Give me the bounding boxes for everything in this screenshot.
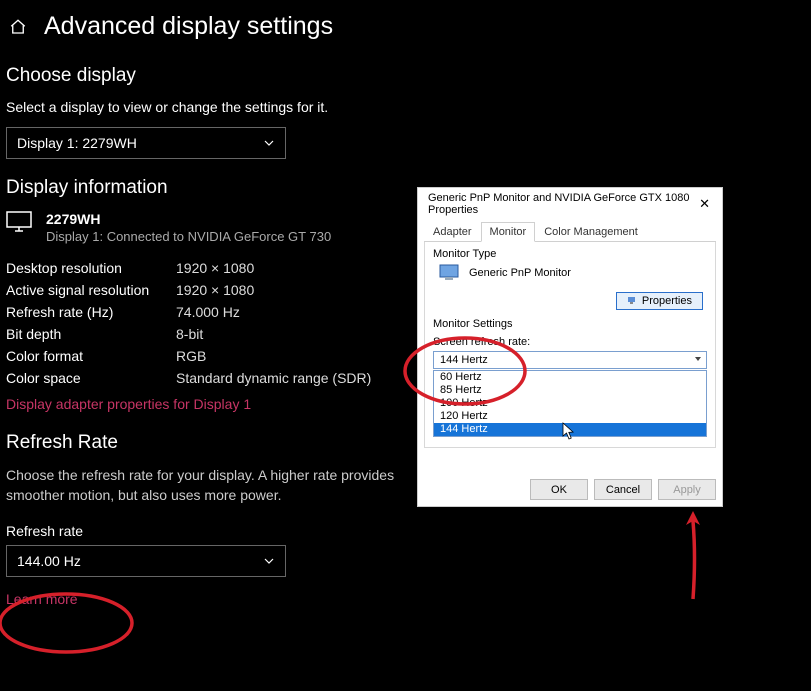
choose-display-heading: Choose display [6, 65, 805, 87]
kv-key: Refresh rate (Hz) [6, 304, 176, 320]
list-item[interactable]: 85 Hertz [434, 384, 706, 397]
kv-key: Active signal resolution [6, 282, 176, 298]
monitor-icon [6, 211, 32, 244]
chevron-down-icon [263, 555, 275, 567]
properties-button[interactable]: Properties [616, 292, 703, 310]
screen-refresh-label: Screen refresh rate: [433, 336, 707, 348]
display-select-dropdown[interactable]: Display 1: 2279WH [6, 127, 286, 159]
refresh-combo[interactable]: 144 Hertz [433, 351, 707, 369]
monitor-type-label: Monitor Type [433, 248, 707, 260]
refresh-rate-dropdown[interactable]: 144.00 Hz [6, 545, 286, 577]
list-item[interactable]: 100 Hertz [434, 397, 706, 410]
display-select-value: Display 1: 2279WH [17, 135, 137, 151]
chevron-down-icon [263, 137, 275, 149]
list-item[interactable]: 60 Hertz [434, 371, 706, 384]
learn-more-link[interactable]: Learn more [6, 591, 78, 607]
tab-color-management[interactable]: Color Management [535, 222, 647, 241]
monitor-settings-label: Monitor Settings [433, 318, 707, 330]
close-icon[interactable]: ✕ [695, 196, 714, 212]
monitor-type-value: Generic PnP Monitor [469, 267, 571, 279]
dialog-title: Generic PnP Monitor and NVIDIA GeForce G… [428, 192, 695, 216]
monitor-properties-dialog: Generic PnP Monitor and NVIDIA GeForce G… [417, 187, 723, 507]
properties-button-label: Properties [642, 295, 692, 307]
tab-adapter[interactable]: Adapter [424, 222, 481, 241]
kv-key: Color format [6, 348, 176, 364]
monitor-device-icon [439, 264, 461, 282]
home-icon[interactable] [8, 17, 28, 37]
kv-val: 1920 × 1080 [176, 282, 254, 298]
chevron-down-icon [694, 354, 702, 366]
kv-val: 8-bit [176, 326, 203, 342]
refresh-rate-value: 144.00 Hz [17, 553, 81, 569]
tab-monitor[interactable]: Monitor [481, 222, 536, 242]
kv-val: RGB [176, 348, 206, 364]
refresh-rate-label: Refresh rate [6, 523, 805, 539]
apply-button[interactable]: Apply [658, 479, 716, 500]
cursor-icon [562, 422, 576, 445]
choose-display-desc: Select a display to view or change the s… [6, 99, 805, 115]
kv-val: Standard dynamic range (SDR) [176, 370, 371, 386]
kv-val: 74.000 Hz [176, 304, 240, 320]
cancel-button[interactable]: Cancel [594, 479, 652, 500]
ok-button[interactable]: OK [530, 479, 588, 500]
refresh-rate-desc: Choose the refresh rate for your display… [6, 466, 416, 505]
header-bar: Advanced display settings [0, 0, 811, 65]
kv-val: 1920 × 1080 [176, 260, 254, 276]
kv-key: Bit depth [6, 326, 176, 342]
adapter-properties-link[interactable]: Display adapter properties for Display 1 [6, 396, 251, 412]
display-connect-info: Display 1: Connected to NVIDIA GeForce G… [46, 229, 331, 244]
display-name: 2279WH [46, 211, 331, 227]
dialog-tabs: Adapter Monitor Color Management [424, 222, 716, 242]
kv-key: Color space [6, 370, 176, 386]
kv-key: Desktop resolution [6, 260, 176, 276]
page-title: Advanced display settings [44, 12, 333, 41]
refresh-combo-value: 144 Hertz [440, 354, 488, 366]
choose-display-section: Choose display Select a display to view … [0, 65, 811, 159]
